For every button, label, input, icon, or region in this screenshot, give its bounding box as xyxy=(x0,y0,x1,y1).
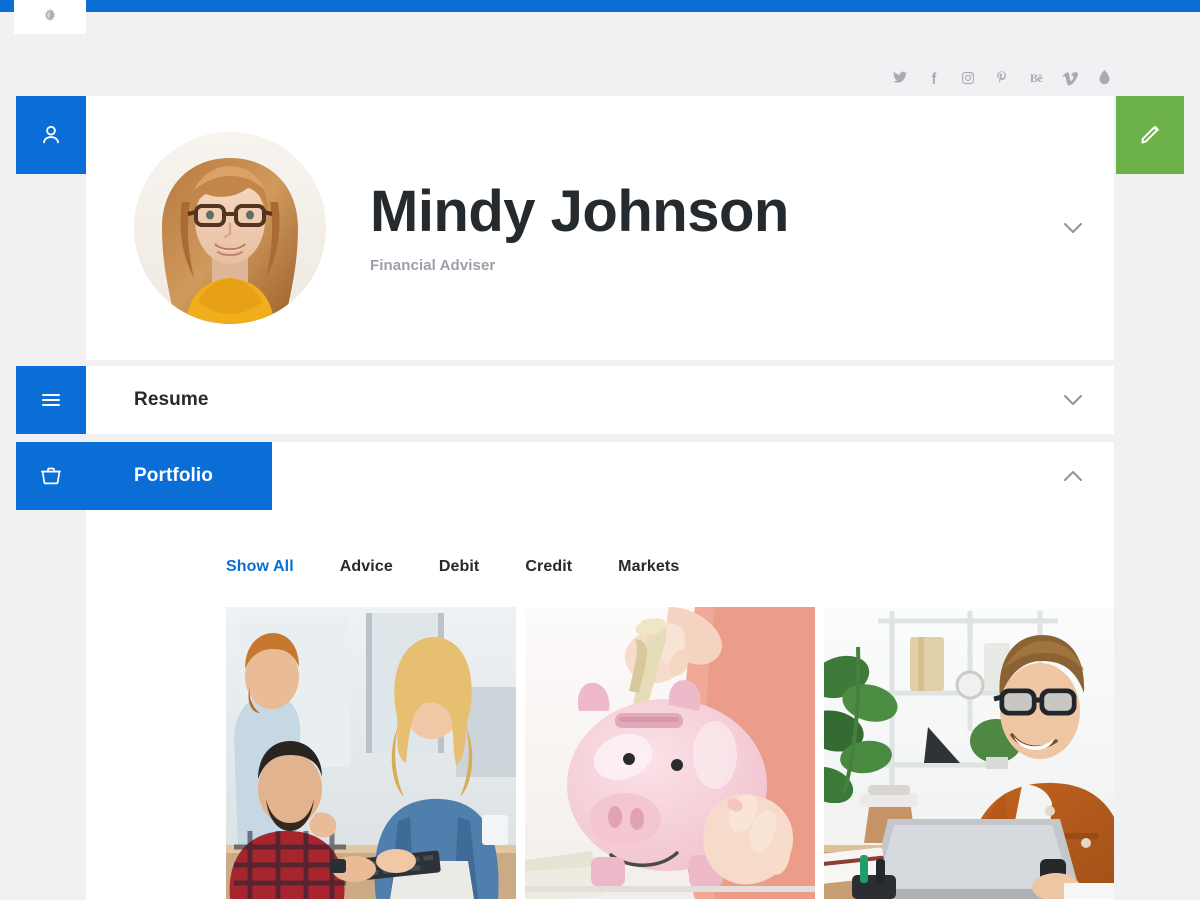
portfolio-item[interactable] xyxy=(525,607,815,899)
instagram-icon xyxy=(962,72,974,84)
top-accent-bar xyxy=(0,0,1200,12)
avatar xyxy=(134,132,326,324)
profile-role: Financial Adviser xyxy=(370,256,496,274)
portfolio-body: Show All Advice Debit Credit Markets xyxy=(86,510,1114,899)
chevron-down-icon xyxy=(1064,223,1082,233)
portfolio-image-laptop-work xyxy=(824,607,1114,899)
filter-markets[interactable]: Markets xyxy=(618,558,679,576)
social-link-dribbble[interactable] xyxy=(1094,68,1114,88)
filter-debit[interactable]: Debit xyxy=(439,558,480,576)
brightness-toggle-button[interactable] xyxy=(14,0,86,34)
accordion-section-resume[interactable]: Resume xyxy=(86,366,1114,434)
social-link-pinterest[interactable] xyxy=(992,68,1012,88)
dribbble-icon xyxy=(1099,69,1109,85)
edit-profile-button[interactable] xyxy=(1116,96,1184,174)
facebook-icon xyxy=(932,72,937,84)
portfolio-collapse-toggle[interactable] xyxy=(1060,463,1086,489)
profile-card: Mindy Johnson Financial Adviser xyxy=(86,96,1114,360)
sidebar-item-resume[interactable] xyxy=(16,366,86,434)
social-link-behance[interactable]: Bē xyxy=(1026,68,1046,88)
portfolio-filter-tabs: Show All Advice Debit Credit Markets xyxy=(86,510,1114,576)
sidebar-item-portfolio[interactable] xyxy=(16,442,86,510)
social-link-facebook[interactable] xyxy=(924,68,944,88)
portfolio-image-piggy-bank xyxy=(525,607,815,899)
brightness-icon xyxy=(45,8,55,22)
chevron-down-icon xyxy=(1064,395,1082,405)
portfolio-item[interactable] xyxy=(824,607,1114,899)
portfolio-item[interactable] xyxy=(226,607,516,899)
portfolio-gallery xyxy=(86,607,1114,899)
social-links: Bē xyxy=(890,68,1114,88)
section-title-resume: Resume xyxy=(134,389,209,410)
accordion-section-portfolio: Portfolio Show All Advice Debit Credit M… xyxy=(86,442,1114,900)
section-title-portfolio[interactable]: Portfolio xyxy=(86,442,272,510)
filter-show-all[interactable]: Show All xyxy=(226,558,294,576)
vimeo-icon xyxy=(1061,71,1078,86)
filter-credit[interactable]: Credit xyxy=(525,558,572,576)
sidebar-item-profile[interactable] xyxy=(16,96,86,174)
pinterest-icon xyxy=(997,71,1006,83)
menu-icon xyxy=(42,394,60,406)
pencil-icon xyxy=(1141,126,1159,144)
social-link-instagram[interactable] xyxy=(958,68,978,88)
twitter-icon xyxy=(893,71,908,83)
avatar-photo xyxy=(134,132,326,324)
resume-collapse-toggle[interactable] xyxy=(1060,387,1086,413)
filter-advice[interactable]: Advice xyxy=(340,558,393,576)
social-link-vimeo[interactable] xyxy=(1060,68,1080,88)
social-link-twitter[interactable] xyxy=(890,68,910,88)
profile-collapse-toggle[interactable] xyxy=(1060,215,1086,241)
page-title: Mindy Johnson xyxy=(370,179,789,245)
portfolio-image-team xyxy=(226,607,516,899)
briefcase-icon xyxy=(41,467,61,485)
user-icon xyxy=(43,125,59,144)
chevron-up-icon xyxy=(1064,471,1082,481)
